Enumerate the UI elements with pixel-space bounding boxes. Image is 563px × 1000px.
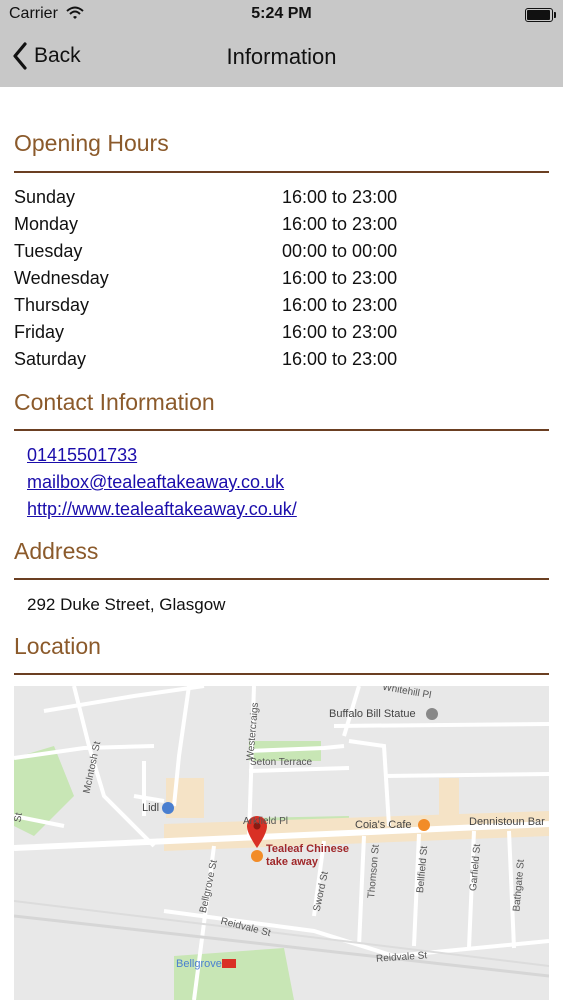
status-time: 5:24 PM [251,5,312,22]
battery-icon [525,8,556,22]
opening-hours-heading: Opening Hours [14,130,169,156]
hours-value: 16:00 to 23:00 [282,214,398,234]
hours-row-sunday: Sunday 16:00 to 23:00 [14,187,549,214]
map-poi-coias-cafe: Coia's Cafe [355,819,412,831]
navigation-bar: Back Information [0,30,563,87]
website-link[interactable]: http://www.tealeaftakeaway.co.uk/ [27,499,297,520]
hours-row-tuesday: Tuesday 00:00 to 00:00 [14,241,549,268]
address-divider [14,578,549,580]
hours-value: 00:00 to 00:00 [282,241,398,261]
email-link[interactable]: mailbox@tealeaftakeaway.co.uk [27,472,284,493]
status-bar: Carrier 5:24 PM [0,0,563,30]
hours-value: 16:00 to 23:00 [282,349,398,369]
map-street-arkfield: Arkfield Pl [243,816,289,827]
hours-row-wednesday: Wednesday 16:00 to 23:00 [14,268,549,295]
location-divider [14,673,549,675]
hours-row-monday: Monday 16:00 to 23:00 [14,214,549,241]
map-street-left: St [14,811,25,824]
map-street-seton-terrace: Seton Terrace [250,757,313,768]
phone-link[interactable]: 01415501733 [27,445,137,466]
location-heading: Location [14,633,101,659]
location-map[interactable]: Buffalo Bill Statue Lidl Coia's Cafe Den… [14,686,549,1000]
page-title: Information [226,44,337,69]
hours-value: 16:00 to 23:00 [282,268,398,288]
map-poi-buffalo-bill: Buffalo Bill Statue [329,708,416,720]
day-label: Thursday [14,295,90,315]
day-label: Saturday [14,349,87,369]
hours-row-saturday: Saturday 16:00 to 23:00 [14,349,549,376]
hours-row-friday: Friday 16:00 to 23:00 [14,322,549,349]
battery-cap [554,12,556,18]
day-label: Wednesday [14,268,109,288]
contact-heading: Contact Information [14,389,215,415]
day-label: Monday [14,214,79,234]
map-poi-bellgrove-station: Bellgrove [176,958,222,970]
hours-value: 16:00 to 23:00 [282,187,398,207]
battery-level-fill [527,10,550,20]
hours-row-thursday: Thursday 16:00 to 23:00 [14,295,549,322]
map-poi-dennistoun-bar: Dennistoun Bar [469,816,545,828]
hours-value: 16:00 to 23:00 [282,295,398,315]
address-text: 292 Duke Street, Glasgow [27,595,226,614]
day-label: Tuesday [14,241,83,261]
opening-hours-divider [14,171,549,173]
map-pin-label-line2: take away [266,856,318,868]
contact-divider [14,429,549,431]
map-pin-label-line1: Tealeaf Chinese [266,843,349,855]
map-poi-lidl: Lidl [142,802,160,814]
day-label: Sunday [14,187,76,207]
hours-value: 16:00 to 23:00 [282,322,398,342]
day-label: Friday [14,322,65,342]
address-heading: Address [14,538,99,564]
